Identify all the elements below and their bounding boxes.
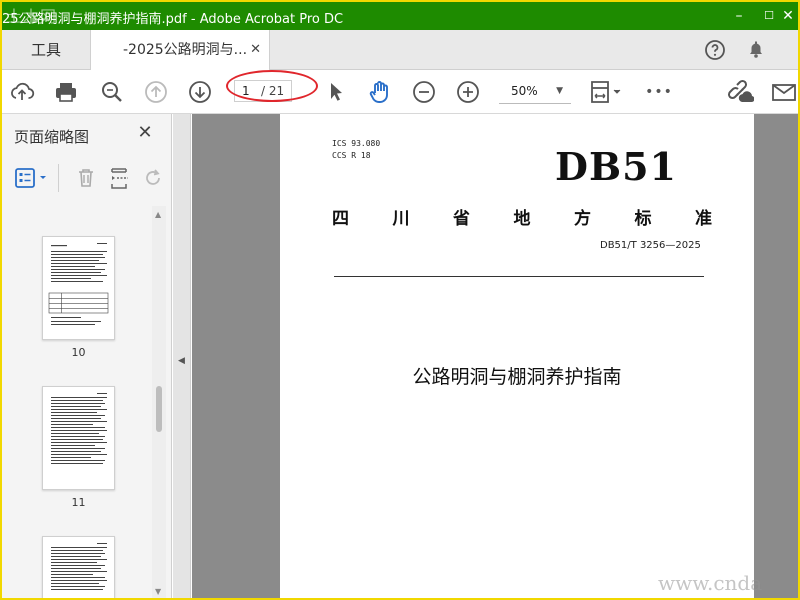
page-thumbnail-12[interactable]	[42, 536, 115, 598]
category-char: 方	[574, 209, 591, 229]
help-icon[interactable]	[703, 38, 727, 62]
panel-title: 页面缩略图	[14, 128, 90, 146]
next-page-icon[interactable]	[186, 78, 214, 106]
watermark-top: 土木网	[6, 7, 58, 26]
close-window-button[interactable]: ✕	[778, 6, 798, 26]
cloud-upload-icon[interactable]	[8, 78, 36, 106]
email-icon[interactable]	[770, 78, 798, 106]
category-char: 四	[332, 209, 349, 229]
divider-line	[334, 276, 704, 277]
minimize-button[interactable]: –	[724, 6, 754, 26]
chevron-down-icon: ▼	[556, 86, 563, 96]
zoom-in-icon[interactable]	[454, 78, 482, 106]
category-char: 准	[695, 209, 712, 229]
scroll-up-arrow-icon[interactable]: ▲	[155, 210, 161, 219]
ccs-code: CCS R 18	[332, 151, 371, 160]
standard-number: DB51/T 3256—2025	[600, 240, 701, 251]
thumbnail-options-icon[interactable]	[14, 166, 50, 190]
document-view[interactable]: ICS 93.080 CCS R 18 DB51 四 川 省 地 方 标 准 D…	[192, 114, 798, 598]
page-number-highlight-ellipse	[226, 70, 318, 102]
standard-category: 四 川 省 地 方 标 准	[332, 204, 712, 229]
toolbar-divider	[58, 164, 59, 192]
more-tools-icon[interactable]: •••	[644, 78, 674, 106]
thumbnail-toolbar	[2, 160, 172, 196]
main-toolbar: 1 / 21 50% ▼ •••	[2, 70, 798, 114]
ics-classification: ICS 93.080 CCS R 18	[332, 138, 380, 162]
standard-code: DB51	[555, 144, 677, 189]
share-link-icon[interactable]	[726, 78, 754, 106]
close-tab-icon[interactable]: ✕	[250, 30, 261, 70]
notification-bell-icon[interactable]	[744, 38, 768, 62]
category-char: 地	[513, 209, 531, 229]
watermark-bottom: www.cnda	[658, 571, 763, 595]
select-cursor-icon[interactable]	[322, 78, 350, 106]
collapse-left-arrow-icon[interactable]: ◀	[178, 356, 185, 366]
category-char: 省	[453, 209, 470, 229]
print-icon[interactable]	[52, 78, 80, 106]
insert-page-icon[interactable]	[108, 166, 132, 190]
delete-page-icon[interactable]	[75, 166, 97, 190]
category-char: 川	[392, 209, 410, 229]
page-thumbnail-11[interactable]	[42, 386, 115, 490]
tab-tools[interactable]: 工具	[2, 30, 90, 70]
hand-tool-icon[interactable]	[366, 78, 394, 106]
tab-document[interactable]: -2025公路明洞与... ✕	[90, 30, 270, 71]
zoom-level-dropdown[interactable]: 50% ▼	[499, 80, 571, 104]
tab-document-label: -2025公路明洞与...	[123, 42, 248, 58]
zoom-out-icon[interactable]	[410, 78, 438, 106]
thumbnail-label: 11	[71, 496, 86, 509]
page-thumbnail-10[interactable]	[42, 236, 115, 340]
thumbnails-panel: 页面缩略图 ✕ 10 11 ▲ ▼	[2, 114, 172, 598]
scroll-down-arrow-icon[interactable]: ▼	[155, 587, 161, 596]
category-char: 标	[634, 209, 652, 229]
close-panel-icon[interactable]: ✕	[134, 122, 156, 143]
zoom-level-value: 50%	[511, 84, 538, 98]
previous-page-icon[interactable]	[142, 78, 170, 106]
acrobat-window: 25公路明洞与棚洞养护指南.pdf - Adobe Acrobat Pro DC…	[2, 2, 798, 598]
scrollbar-thumb[interactable]	[156, 386, 162, 432]
pdf-page: ICS 93.080 CCS R 18 DB51 四 川 省 地 方 标 准 D…	[280, 114, 754, 598]
zoom-search-icon[interactable]	[98, 78, 126, 106]
tab-bar: 工具 -2025公路明洞与... ✕	[2, 30, 798, 71]
panel-collapse-strip[interactable]: ◀	[173, 114, 191, 598]
thumbnail-list: 10 11	[2, 206, 172, 598]
thumbnail-label: 10	[71, 346, 86, 359]
rotate-page-icon[interactable]	[142, 166, 164, 190]
ics-code: ICS 93.080	[332, 139, 381, 148]
title-bar: 25公路明洞与棚洞养护指南.pdf - Adobe Acrobat Pro DC…	[2, 2, 798, 30]
thumbnail-scrollbar[interactable]: ▲ ▼	[152, 206, 166, 598]
page-fit-icon[interactable]	[588, 78, 628, 106]
document-title: 公路明洞与棚洞养护指南	[412, 366, 622, 388]
